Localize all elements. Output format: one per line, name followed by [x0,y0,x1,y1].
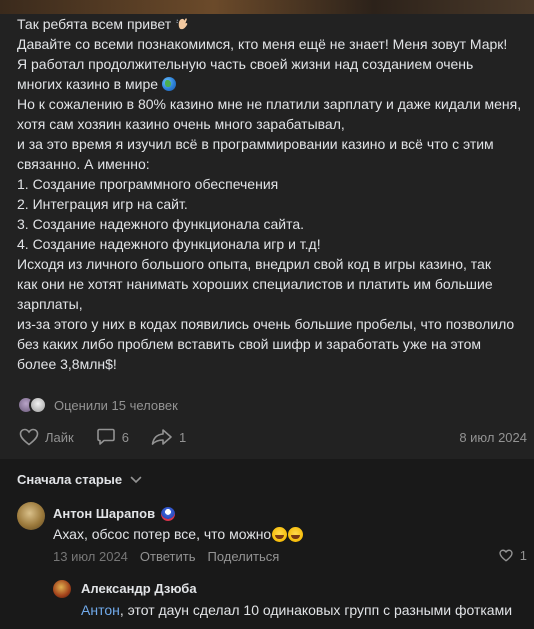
reply-button[interactable]: Ответить [140,549,196,564]
post-line: зарплаты, [17,296,83,312]
reactions-count-label: Оценили 15 человек [54,397,178,413]
post-actions: Лайк 6 1 8 июл 2024 [19,426,527,448]
post-line: более 3,8млн$! [17,356,117,372]
reply-text-row: Антон, этот даун сделал 10 одинаковых гр… [81,602,512,618]
comment-icon [96,428,115,445]
post-line: связанно. А именно: [17,156,150,172]
post-header-image [0,0,534,14]
post-text: Так ребята всем привет Давайте со всеми … [17,14,522,374]
post-line: и за это время я изучил всё в программир… [17,136,494,152]
heart-icon [499,549,513,562]
post-line: 3. Создание надежного функционала сайта. [17,216,305,232]
share-button[interactable]: 1 [151,428,186,446]
comment-author[interactable]: Антон Шарапов [53,506,155,521]
chevron-down-icon [130,476,142,483]
avatar[interactable] [17,502,45,530]
avatar[interactable] [53,580,71,598]
post-card: Так ребята всем привет Давайте со всеми … [0,0,534,459]
globe-icon [161,77,176,91]
post-line: Исходя из личного большого опыта, внедри… [17,256,491,272]
grinning-face-icon [272,526,288,542]
comment-text-row: Ахах, обсос потер все, что можно [53,526,304,542]
post-line: 4. Создание надежного функционала игр и … [17,236,321,252]
comment-meta: 13 июл 2024 Ответить Поделиться [53,549,291,564]
comment-text: Ахах, обсос потер все, что можно [53,526,272,542]
comment-like-button[interactable]: 1 [499,548,527,563]
share-comment-button[interactable]: Поделиться [208,549,280,564]
comments-count: 6 [121,429,129,445]
reactions-summary[interactable]: Оценили 15 человек [17,395,178,415]
comment-likes-count: 1 [519,548,527,563]
post-line: многих казино в мире [17,76,159,92]
post-line: Давайте со всеми познакомимся, кто меня … [17,36,508,52]
post-line: из-за этого у них в кодах появились очен… [17,316,515,332]
reply-author[interactable]: Александр Дзюба [81,581,197,596]
post-line: 1. Создание программного обеспечения [17,176,279,192]
post-line: хотя сам хозяин казино очень много зараб… [17,116,345,132]
post-line: как они не хотят нанимать хороших специа… [17,276,493,292]
comments-button[interactable]: 6 [96,428,129,446]
grinning-face-icon [288,526,304,542]
sort-label: Сначала старые [17,472,123,487]
comments-sort-dropdown[interactable]: Сначала старые [17,472,142,487]
like-label: Лайк [45,429,74,445]
mention-link[interactable]: Антон [81,602,120,618]
shares-count: 1 [178,429,187,445]
post-line: 2. Интеграция игр на сайт. [17,196,188,212]
badge-icon [161,506,176,521]
comment-date[interactable]: 13 июл 2024 [53,549,128,564]
comment-author-row: Антон Шарапов [53,506,176,521]
reactor-avatar [29,396,47,414]
share-icon [151,429,172,445]
like-button[interactable]: Лайк [19,428,74,446]
post-date[interactable]: 8 июл 2024 [459,430,527,445]
waving-hand-icon [176,18,188,30]
reply-text: , этот даун сделал 10 одинаковых групп с… [119,602,513,618]
heart-icon [19,428,39,446]
post-line: Так ребята всем привет [17,16,172,32]
post-line: Но к сожалению в 80% казино мне не плати… [17,96,522,112]
post-line: без каких либо проблем вставить свой шиф… [17,336,482,352]
post-line: Я работал продолжительную часть своей жи… [17,56,474,72]
